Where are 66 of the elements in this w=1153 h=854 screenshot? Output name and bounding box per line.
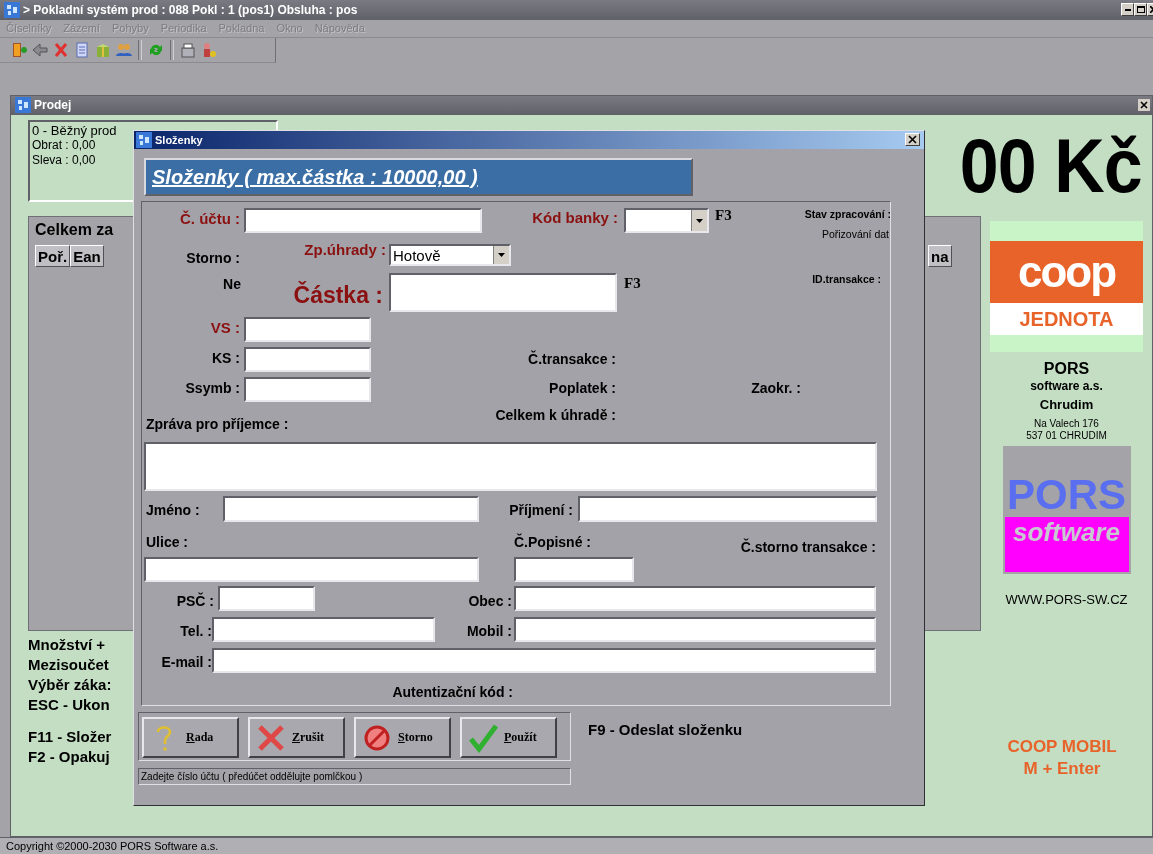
field-label: F3 [715, 206, 733, 225]
logo-name: software [1004, 516, 1129, 572]
logo-mark: coop [990, 240, 1143, 303]
field-label: Ne [222, 275, 241, 293]
column-header[interactable]: na [928, 244, 952, 267]
field-label: Č.Popisné : [514, 533, 592, 551]
promo-text: M + Enter [1023, 757, 1101, 780]
dialog-title: Složenky [155, 134, 203, 146]
company-city: Chrudim [1039, 396, 1094, 412]
dialog-button[interactable]: Použít [460, 717, 557, 758]
field-label: Celkem k úhradě : [494, 406, 616, 424]
field-label: Č. účtu : [179, 210, 240, 228]
info-text: Obrat : 0,00 [32, 137, 96, 153]
dialog-button[interactable]: Rada [142, 717, 239, 758]
field-label: Kód banky : [531, 209, 618, 228]
field-label: Storno : [185, 249, 240, 267]
field-label: Mobil : [465, 622, 512, 640]
promo-text: COOP MOBIL [1007, 735, 1117, 758]
field-label: Č.transakce : [527, 350, 616, 368]
field-label: VS : [209, 319, 240, 337]
field-label: Pořizování dat [820, 227, 889, 241]
info-text: Sleva : 0,00 [32, 152, 96, 168]
field-label: Tel. : [179, 622, 212, 640]
shortcut-text: Množství + [28, 634, 107, 655]
field-label: Autentizační kód : [391, 683, 513, 701]
shortcut-text: F9 - Odeslat složenku [588, 721, 743, 739]
logo-name: JEDNOTA [990, 302, 1143, 335]
shortcut-text: F11 - Složer [28, 726, 112, 747]
field-label: F3 [624, 274, 642, 293]
shortcut-text: ESC - Ukon [28, 694, 111, 715]
field-label: E-mail : [160, 653, 212, 671]
field-label: Obec : [467, 592, 512, 610]
company-address: Na Valech 176 537 01 CHRUDIM [1026, 417, 1107, 442]
field-label: Ssymb : [184, 379, 240, 397]
total-amount: 00 Kč [960, 127, 1142, 210]
window-title: Prodej [34, 98, 72, 113]
field-label: Ulice : [146, 533, 189, 551]
shortcut-text: Mezisoučet [28, 654, 110, 675]
field-label: Č.storno transakce : [739, 538, 876, 556]
company-type: software a.s. [1030, 378, 1103, 393]
field-label: Poplatek : [548, 379, 616, 397]
column-header[interactable]: Ean [70, 244, 104, 267]
hint-text: Zadejte číslo účtu ( předúčet oddělujte pomlčkou ) [138, 768, 571, 785]
field-label: Příjmení : [508, 501, 573, 519]
field-label: Zp.úhrady : [303, 241, 386, 260]
dialog-button[interactable]: Zrušit [248, 717, 345, 758]
dialog-button[interactable]: Storno [354, 717, 451, 758]
field-label: Stav zpracování : [803, 207, 891, 221]
column-header[interactable]: Poř. [35, 244, 71, 267]
field-label: KS : [211, 349, 240, 367]
field-label: ID.transakce : [811, 272, 881, 286]
field-label: PSČ : [175, 592, 214, 610]
copyright-text: Copyright ©2000-2030 PORS Software a.s. [6, 840, 219, 852]
field-label: Zpráva pro příjemce : [146, 415, 290, 433]
shortcut-text: Výběr záka: [28, 674, 112, 695]
dropdown[interactable]: Hotově [389, 244, 511, 266]
info-text: 0 - Běžný prod [32, 122, 117, 138]
shortcut-text: F2 - Opakuj [28, 746, 111, 767]
logo-mark: PORS [1007, 472, 1126, 517]
panel-title: Celkem za [35, 220, 114, 239]
field-label: Jméno : [146, 501, 201, 519]
window-title: > Pokladní systém prod : 088 Pokl : 1 (pos1) Obsluha : pos [23, 2, 358, 17]
field-label: Částka : [292, 280, 383, 310]
dialog-heading: Složenky ( max.částka : 10000,00 ) [144, 158, 693, 196]
field-label: Zaokr. : [750, 379, 801, 397]
company-name: PORS [1043, 359, 1090, 378]
